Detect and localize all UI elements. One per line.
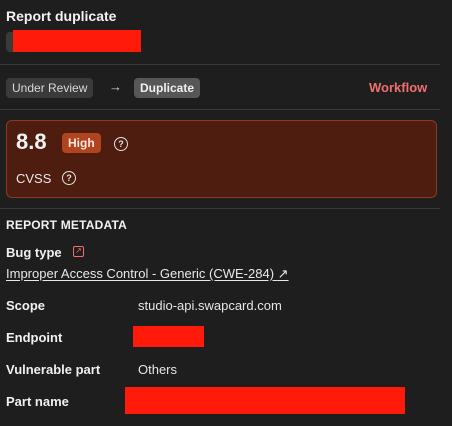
external-link-icon[interactable]: ↗ <box>73 246 84 257</box>
divider <box>0 64 440 65</box>
vulnerable-part-label: Vulnerable part <box>6 362 101 377</box>
vulnerable-part-value: Others <box>138 362 178 377</box>
help-icon[interactable]: ? <box>114 137 128 151</box>
redacted-endpoint <box>133 326 204 347</box>
state-under-review: Under Review <box>6 78 94 98</box>
cvss-card <box>6 120 437 198</box>
bug-type-value[interactable]: Improper Access Control - Generic (CWE-2… <box>6 266 274 281</box>
endpoint-label: Endpoint <box>6 330 63 345</box>
section-title: REPORT METADATA <box>6 218 127 232</box>
divider <box>0 109 440 110</box>
divider <box>0 208 440 209</box>
redacted-part-name <box>125 387 405 414</box>
state-duplicate: Duplicate <box>134 78 201 98</box>
bug-type-link[interactable]: Improper Access Control - Generic (CWE-2… <box>6 266 289 282</box>
cvss-score: 8.8 <box>16 129 47 154</box>
workflow-link[interactable]: Workflow <box>369 80 427 95</box>
severity-badge: High <box>62 133 101 153</box>
help-icon[interactable]: ? <box>62 171 76 185</box>
arrow-right-icon: → <box>109 79 122 94</box>
bug-type-label: Bug type <box>6 245 62 260</box>
page-title: Report duplicate <box>6 8 117 24</box>
scope-label: Scope <box>6 298 46 313</box>
part-name-label: Part name <box>6 394 69 409</box>
cvss-label: CVSS <box>16 171 52 186</box>
redacted-subtitle <box>13 30 141 52</box>
external-link-icon[interactable]: ↗ <box>278 266 289 281</box>
scope-value: studio-api.swapcard.com <box>138 298 282 313</box>
